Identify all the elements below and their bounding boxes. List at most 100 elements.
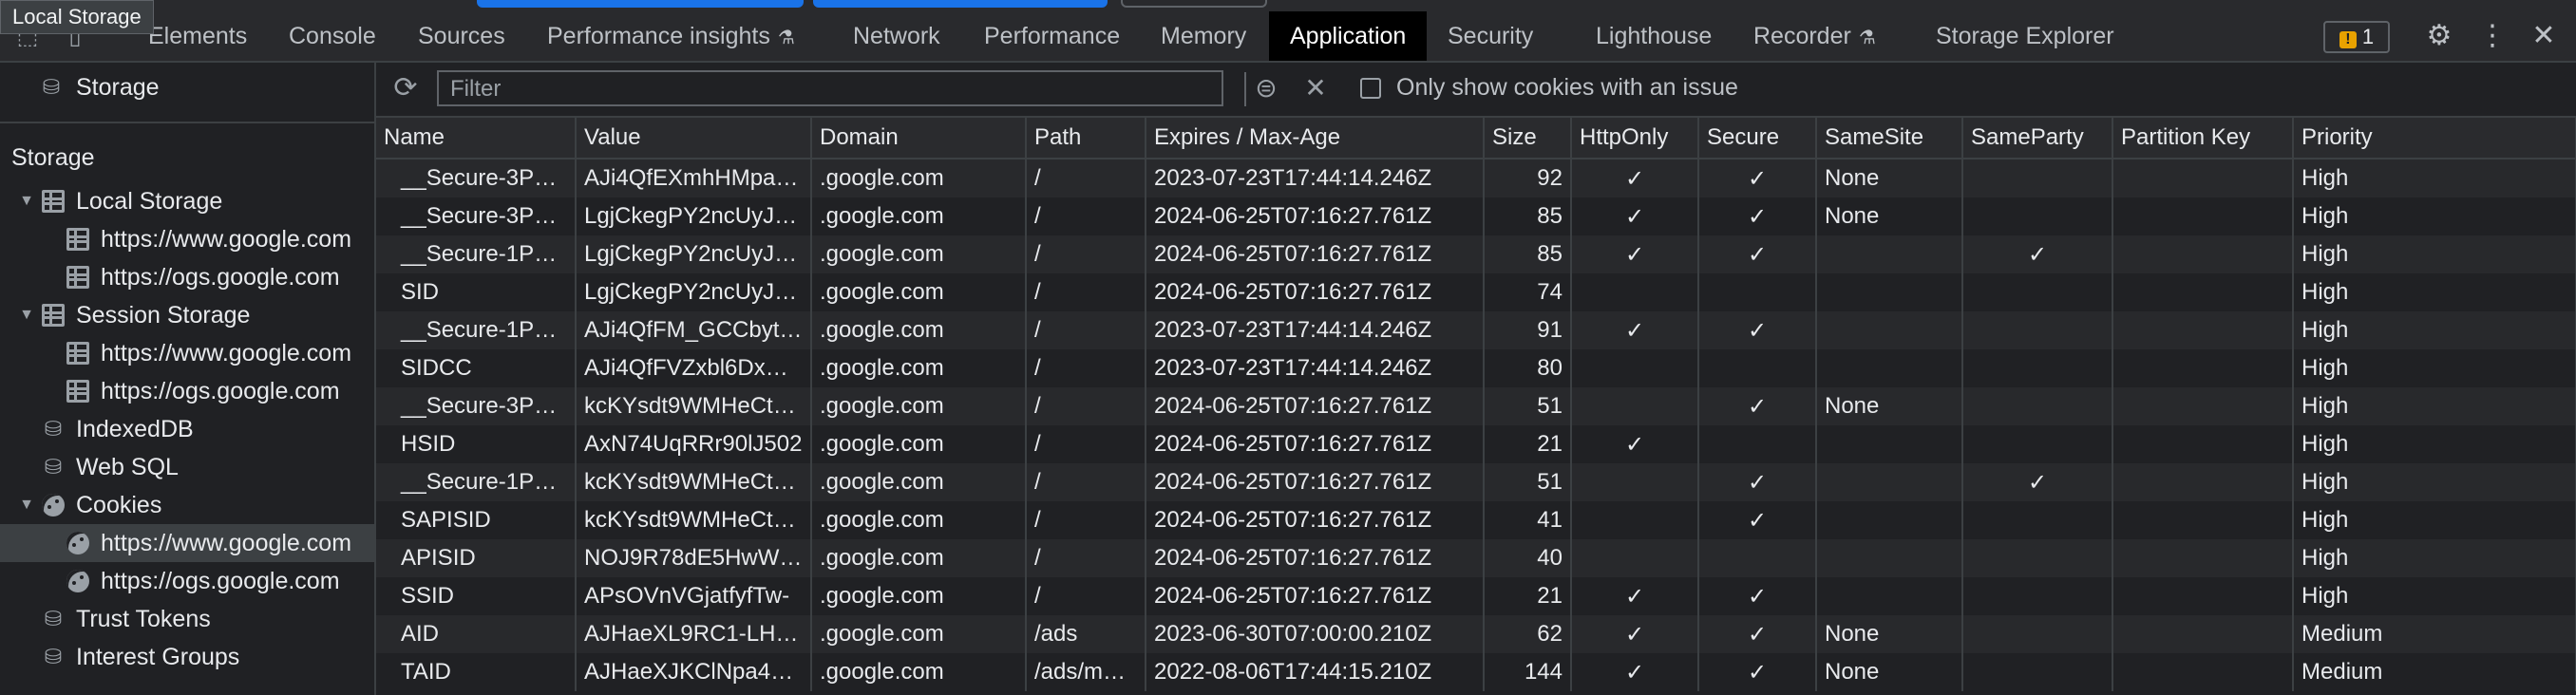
table-row[interactable]: SSID APsOVnVGjatfyfTw- .google.com/2024-06… — [376, 577, 2576, 615]
sidebar-item-indexeddb[interactable]: ⛁ IndexedDB — [0, 410, 374, 448]
cell-size: 85 — [1484, 197, 1572, 235]
more-options-icon[interactable]: ⋮ — [2475, 19, 2510, 53]
sidebar-item-cookie-origin[interactable]: https://ogs.google.com — [0, 562, 374, 600]
cell-httponly: ✓ — [1571, 577, 1699, 615]
column-header-samesite[interactable]: SameSite — [1816, 118, 1963, 160]
table-row[interactable]: HSID AxN74UqRRr90lJ502 .google.com/2024-06… — [376, 425, 2576, 463]
column-header-partition-key[interactable]: Partition Key — [2112, 118, 2294, 160]
cell-partition-key — [2112, 311, 2294, 349]
sidebar-item-interest-groups[interactable]: ⛁ Interest Groups — [0, 638, 374, 676]
cell-expires: 2024-06-25T07:16:27.761Z — [1146, 235, 1485, 273]
tab-lighthouse[interactable]: Lighthouse — [1575, 11, 1733, 61]
cell-path: / — [1026, 311, 1146, 349]
application-sidebar: ⛁ Storage Storage ▼ Local Storage https:… — [0, 63, 376, 695]
sidebar-item-session-storage-origin[interactable]: https://www.google.com — [0, 334, 374, 372]
browser-tab-pill[interactable] — [813, 0, 1108, 8]
cell-domain: .google.com — [811, 197, 1027, 235]
sidebar-item-session-storage-origin[interactable]: https://ogs.google.com — [0, 372, 374, 410]
cell-httponly: ✓ — [1571, 615, 1699, 653]
tab-application[interactable]: Application — [1269, 11, 1428, 61]
tab-console[interactable]: Console — [268, 11, 397, 61]
cell-partition-key — [2112, 273, 2294, 311]
cell-priority: High — [2293, 159, 2576, 197]
cell-expires: 2024-06-25T07:16:27.761Z — [1146, 501, 1485, 539]
cell-secure — [1698, 273, 1817, 311]
expand-arrow-icon[interactable]: ▼ — [17, 182, 36, 220]
cell-name: __Secure-3P… — [376, 197, 577, 235]
issues-counter-button[interactable]: ! 1 — [2323, 21, 2390, 53]
gear-icon[interactable]: ⚙ — [2422, 19, 2456, 53]
tab-sources[interactable]: Sources — [397, 11, 526, 61]
table-row[interactable]: SID LgjCkegPY2ncUyJ… .google.com/2024-06-2… — [376, 273, 2576, 311]
table-row[interactable]: __Secure-1P… kcKYsdt9WMHeCt… .google.com/2… — [376, 463, 2576, 501]
sidebar-item-local-storage-origin[interactable]: https://www.google.com — [0, 220, 374, 258]
browser-tab-pill[interactable] — [477, 0, 804, 8]
cell-partition-key — [2112, 501, 2294, 539]
table-row[interactable]: TAID AJHaeXJKClNpa4… .google.com/ads/m… 202… — [376, 653, 2576, 691]
tab-performance[interactable]: Performance — [963, 11, 1141, 61]
only-issues-label: Only show cookies with an issue — [1396, 74, 1738, 101]
cell-path: /ads/m… — [1026, 653, 1146, 691]
sidebar-item-session-storage[interactable]: ▼ Session Storage — [0, 296, 374, 334]
tab-performance-insights[interactable]: Performance insights ⚗ — [526, 11, 816, 61]
cell-samesite — [1816, 539, 1963, 577]
column-header-expires[interactable]: Expires / Max-Age — [1146, 118, 1485, 160]
table-row[interactable]: SIDCC AJi4QfFVZxbl6Dx… .google.com/2023-07… — [376, 349, 2576, 387]
column-header-size[interactable]: Size — [1484, 118, 1572, 160]
close-icon[interactable]: ✕ — [2527, 19, 2561, 53]
sidebar-item-websql[interactable]: ⛁ Web SQL — [0, 448, 374, 486]
sidebar-item-cookie-origin[interactable]: https://www.google.com — [0, 524, 374, 562]
table-row[interactable]: __Secure-3P… LgjCkegPY2ncUyJ… .google.com /… — [376, 197, 2576, 235]
column-header-secure[interactable]: Secure — [1698, 118, 1817, 160]
table-row[interactable]: AID AJHaeXL9RC1-LH… .google.com/ads 2023-06… — [376, 615, 2576, 653]
cell-domain: .google.com — [811, 425, 1027, 463]
warning-icon: ! — [2339, 31, 2357, 48]
cell-samesite — [1816, 501, 1963, 539]
only-issues-checkbox[interactable] — [1360, 78, 1381, 99]
filter-input[interactable] — [448, 74, 1212, 104]
sidebar-item-local-storage-origin[interactable]: https://ogs.google.com — [0, 258, 374, 296]
expand-arrow-icon[interactable]: ▼ — [17, 486, 36, 524]
table-row[interactable]: __Secure-3P… kcKYsdt9WMHeCt… .google.com/2… — [376, 387, 2576, 425]
sidebar-item-label: Cookies — [76, 492, 162, 518]
cell-value: AJHaeXL9RC1-LH… — [576, 615, 812, 653]
table-row[interactable]: __Secure-3P… AJi4QfEXmhHMpa… .google.com/2… — [376, 159, 2576, 197]
tab-network[interactable]: Network — [832, 11, 961, 61]
delete-selected-icon[interactable]: ✕ — [1299, 72, 1332, 104]
table-row[interactable]: APISID NOJ9R78dE5HwW… .google.com/2024-06-… — [376, 539, 2576, 577]
tab-recorder[interactable]: Recorder ⚗ — [1733, 11, 1897, 61]
cell-sameparty — [1962, 197, 2113, 235]
cookies-table: Name Value Domain Path Expires / Max-Age… — [376, 118, 2576, 695]
sidebar-item-trust-tokens[interactable]: ⛁ Trust Tokens — [0, 600, 374, 638]
refresh-icon[interactable]: ⟳ — [389, 72, 422, 104]
sidebar-item-storage-overview[interactable]: ⛁ Storage — [0, 68, 374, 106]
tab-memory[interactable]: Memory — [1140, 11, 1267, 61]
cell-secure — [1698, 349, 1817, 387]
column-header-path[interactable]: Path — [1026, 118, 1146, 160]
tab-storage-explorer[interactable]: Storage Explorer — [1915, 11, 2135, 61]
cell-sameparty — [1962, 159, 2113, 197]
table-row[interactable]: __Secure-1P… AJi4QfFM_GCCbyt… .google.com /… — [376, 311, 2576, 349]
column-header-priority[interactable]: Priority — [2293, 118, 2576, 160]
column-header-name[interactable]: Name — [376, 118, 577, 160]
column-header-domain[interactable]: Domain — [811, 118, 1027, 160]
table-row[interactable]: __Secure-1P… LgjCkegPY2ncUyJ… .google.com /… — [376, 235, 2576, 273]
clear-filtered-cookies-icon[interactable]: ⊜ — [1250, 72, 1282, 104]
filter-field[interactable] — [437, 70, 1223, 106]
cell-expires: 2022-08-06T17:44:15.210Z — [1146, 653, 1485, 691]
column-header-sameparty[interactable]: SameParty — [1962, 118, 2113, 160]
cell-httponly — [1571, 501, 1699, 539]
cell-priority: High — [2293, 539, 2576, 577]
cell-domain: .google.com — [811, 311, 1027, 349]
sidebar-item-local-storage[interactable]: ▼ Local Storage — [0, 182, 374, 220]
divider — [1244, 72, 1246, 106]
expand-arrow-icon[interactable]: ▼ — [17, 296, 36, 334]
table-row[interactable]: SAPISID kcKYsdt9WMHeCt… .google.com/2024-0… — [376, 501, 2576, 539]
sidebar-item-cookies[interactable]: ▼ Cookies — [0, 486, 374, 524]
tab-security[interactable]: Security — [1427, 11, 1554, 61]
browser-tab-pill[interactable] — [1121, 0, 1267, 8]
column-header-httponly[interactable]: HttpOnly — [1571, 118, 1699, 160]
cell-name: TAID — [376, 653, 577, 691]
column-header-value[interactable]: Value — [576, 118, 812, 160]
cell-domain: .google.com — [811, 539, 1027, 577]
